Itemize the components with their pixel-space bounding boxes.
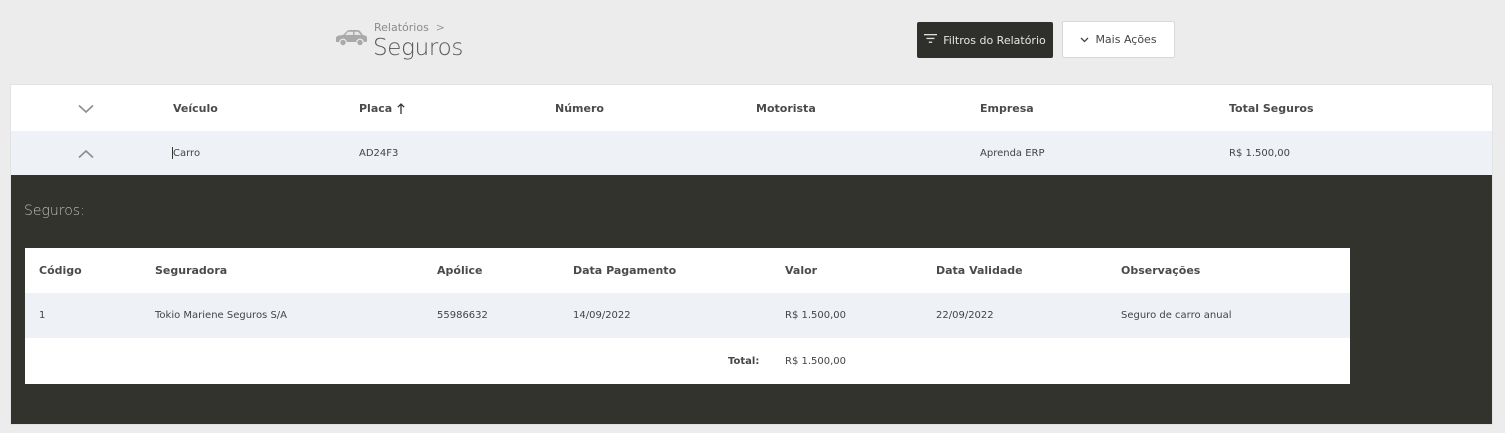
- table-row[interactable]: 1 Tokio Mariene Seguros S/A 55986632 14/…: [25, 293, 1350, 338]
- total-value: R$ 1.500,00: [785, 355, 847, 367]
- more-actions-label: Mais Ações: [1095, 33, 1157, 46]
- column-header-apolice: Apólice: [437, 264, 483, 277]
- total-label: Total:: [728, 355, 760, 367]
- cell-valor: R$ 1.500,00: [785, 310, 847, 321]
- more-actions-button[interactable]: Mais Ações: [1062, 21, 1175, 58]
- column-header-valor: Valor: [785, 264, 818, 277]
- cell-veiculo: Carro: [172, 131, 200, 175]
- cell-codigo: 1: [39, 310, 46, 321]
- column-header-seguradora: Seguradora: [155, 264, 228, 277]
- page-title: Seguros: [373, 35, 464, 61]
- insurance-table: Código Seguradora Apólice Data Pagamento…: [25, 248, 1350, 384]
- chevron-down-icon: [1080, 33, 1089, 46]
- breadcrumb-separator: >: [435, 21, 446, 34]
- cell-data-pagamento: 14/09/2022: [573, 310, 631, 321]
- table-header-row: Veículo Placa Número Motorista Empresa T…: [11, 85, 1492, 131]
- column-header-placa-label: Placa: [359, 101, 393, 115]
- cell-empresa: Aprenda ERP: [980, 147, 1045, 159]
- row-detail-panel: Seguros: Código Seguradora Apólice Data …: [11, 175, 1492, 424]
- column-header-observacoes: Observações: [1121, 264, 1201, 277]
- chevron-down-icon: [78, 99, 94, 118]
- column-header-placa[interactable]: Placa: [359, 85, 405, 131]
- filter-icon: [924, 33, 938, 47]
- report-filters-label: Filtros do Relatório: [943, 33, 1046, 47]
- column-header-numero[interactable]: Número: [555, 85, 604, 131]
- cell-total-seguros: R$ 1.500,00: [1229, 147, 1291, 159]
- breadcrumb: Relatórios >: [374, 21, 445, 34]
- chevron-up-icon: [78, 144, 94, 163]
- insurance-total-row: Total: R$ 1.500,00: [25, 338, 1350, 384]
- column-header-motorista[interactable]: Motorista: [756, 85, 816, 131]
- cell-observacoes: Seguro de carro anual: [1121, 310, 1232, 321]
- column-header-data-validade: Data Validade: [936, 264, 1023, 277]
- column-header-empresa[interactable]: Empresa: [980, 85, 1034, 131]
- cell-placa: AD24F3: [359, 147, 399, 159]
- arrow-up-icon: [397, 102, 405, 114]
- row-expand-toggle[interactable]: [75, 131, 97, 175]
- table-row[interactable]: Carro AD24F3 Aprenda ERP R$ 1.500,00: [11, 131, 1492, 175]
- report-filters-button[interactable]: Filtros do Relatório: [917, 22, 1053, 58]
- column-header-total-seguros[interactable]: Total Seguros: [1229, 85, 1314, 131]
- detail-title: Seguros:: [24, 203, 85, 219]
- collapse-all-toggle[interactable]: [75, 85, 97, 131]
- car-icon: [334, 29, 368, 47]
- cell-apolice: 55986632: [437, 310, 488, 321]
- insurance-table-header-row: Código Seguradora Apólice Data Pagamento…: [25, 248, 1350, 293]
- cell-data-validade: 22/09/2022: [936, 310, 994, 321]
- column-header-codigo: Código: [39, 264, 82, 277]
- report-table: Veículo Placa Número Motorista Empresa T…: [10, 84, 1493, 425]
- column-header-veiculo[interactable]: Veículo: [173, 85, 218, 131]
- column-header-data-pagamento: Data Pagamento: [573, 264, 677, 277]
- cell-seguradora: Tokio Mariene Seguros S/A: [155, 310, 288, 321]
- cell-veiculo-value: Carro: [173, 147, 201, 159]
- breadcrumb-parent[interactable]: Relatórios: [374, 21, 429, 34]
- page-header: Relatórios > Seguros Filtros do Relatório…: [0, 0, 1505, 84]
